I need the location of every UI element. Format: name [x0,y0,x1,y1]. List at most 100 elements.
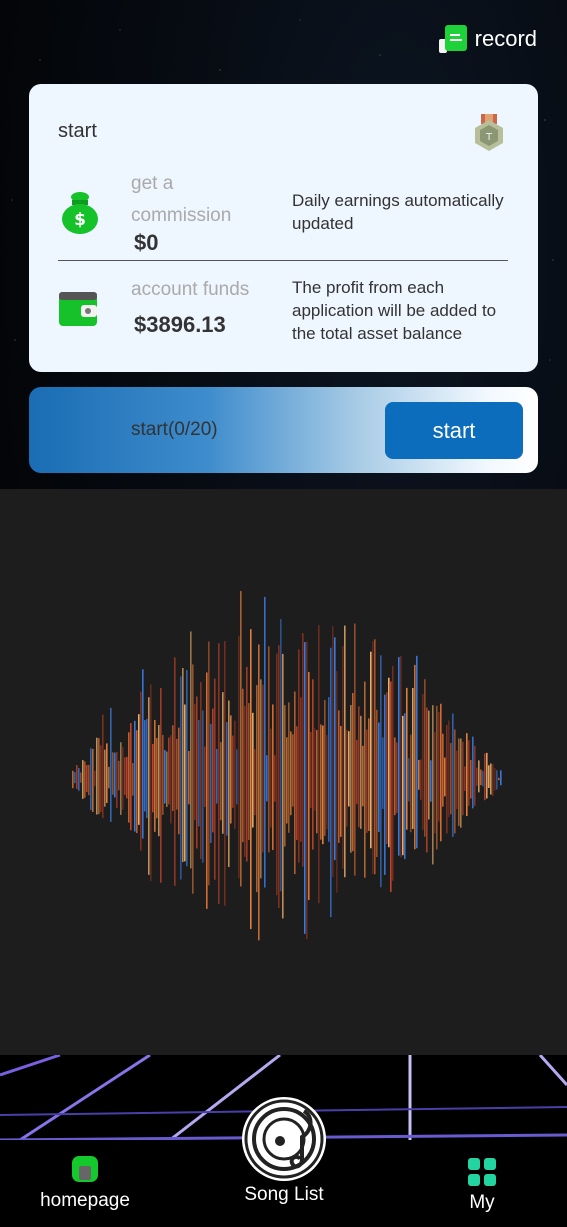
wave-bar [356,739,358,805]
wave-bar [112,752,114,795]
wave-bar [122,747,124,810]
wave-bar [478,760,480,793]
wave-bar [476,767,478,786]
wave-bar [226,722,228,836]
wave-bar [320,724,322,840]
wave-bar [114,752,116,798]
wave-bar [406,687,408,830]
wave-bar [128,732,130,823]
wave-bar [264,596,266,888]
wave-bar [280,619,282,892]
wave-bar [488,765,490,788]
wave-bar [374,639,376,875]
wave-bar [216,749,218,804]
wave-bar [154,719,156,832]
home-icon [70,1154,100,1184]
wave-bar [212,708,214,833]
wave-bar [164,750,166,804]
wave-bar [360,715,362,829]
wave-bar [442,733,444,807]
wave-bar [290,731,292,816]
wave-bar [372,641,374,874]
wave-bar [92,748,94,812]
wave-bar [244,705,246,857]
wave-bar [378,722,380,832]
wave-bar [200,681,202,859]
wave-bar [342,645,344,869]
wave-bar [232,735,234,808]
money-bag-icon: $ [62,192,98,234]
wave-bar [370,651,372,849]
nav-song-list[interactable]: Song List [224,1184,344,1206]
song-list-disc-button[interactable] [242,1097,326,1181]
wave-bar [304,642,306,934]
wave-bar [278,645,280,909]
wave-bar [346,729,348,827]
wave-bar [350,705,352,853]
wave-bar [314,728,316,811]
funds-amount: $3896.13 [134,312,226,338]
wave-bar [388,677,390,848]
wave-bar [458,738,460,826]
wave-bar [106,743,108,803]
wave-bar [336,671,338,893]
wave-bar [434,732,436,834]
commission-currency: $ [134,230,147,255]
wave-bar [84,761,86,798]
wave-bar [422,694,424,830]
record-button[interactable]: record [438,25,537,53]
sound-wave-visual [0,489,567,1055]
wave-bar [328,697,330,842]
wave-bar [466,733,468,817]
wave-bar [410,734,412,833]
wave-bar [258,644,260,941]
wave-bar [454,729,456,834]
wave-bar [130,723,132,831]
wave-bar [326,735,328,830]
wave-bar [152,743,154,813]
funds-row: account funds $3896.13 The profit from e… [29,278,538,359]
wave-bar [462,741,464,816]
wave-bar [324,699,326,836]
start-task-card: start(0/20) start [29,387,538,473]
wave-bar [432,705,434,865]
record-icon [438,25,467,53]
wave-bar [380,655,382,888]
wave-bar [492,764,494,796]
wave-bar [210,723,212,843]
sound-wave-image [72,591,502,941]
wave-bar [460,738,462,828]
nav-my-label: My [469,1192,495,1213]
funds-description: The profit from each application will be… [292,278,497,343]
wave-bar [464,766,466,791]
wave-bar [418,760,420,790]
wave-bar [390,681,392,892]
wave-bar [444,757,446,797]
wave-bar [318,625,320,904]
wave-bar [402,715,404,856]
wave-bar [450,743,452,815]
wallet-icon [59,292,97,326]
start-progress-label: start(0/20) [131,419,218,440]
wave-bar [80,772,82,783]
wave-bar [298,649,300,863]
wave-bar [468,740,470,806]
wave-bar [72,770,74,789]
commission-value: 0 [146,230,159,255]
wave-bar [316,730,318,834]
wave-bar [470,759,472,799]
nav-homepage[interactable]: homepage [30,1154,140,1212]
wave-bar [146,718,148,819]
wave-bar [472,736,474,809]
start-button[interactable]: start [385,402,523,459]
wave-bar [172,725,174,811]
nav-my[interactable]: My [440,1158,524,1214]
wave-bar [162,734,164,815]
wave-bar [490,763,492,795]
wave-bar [250,629,252,930]
wave-bar [474,745,476,806]
card-divider [58,260,508,261]
wave-bar [214,678,216,880]
wave-bar [246,666,248,862]
wave-bar [138,714,140,825]
